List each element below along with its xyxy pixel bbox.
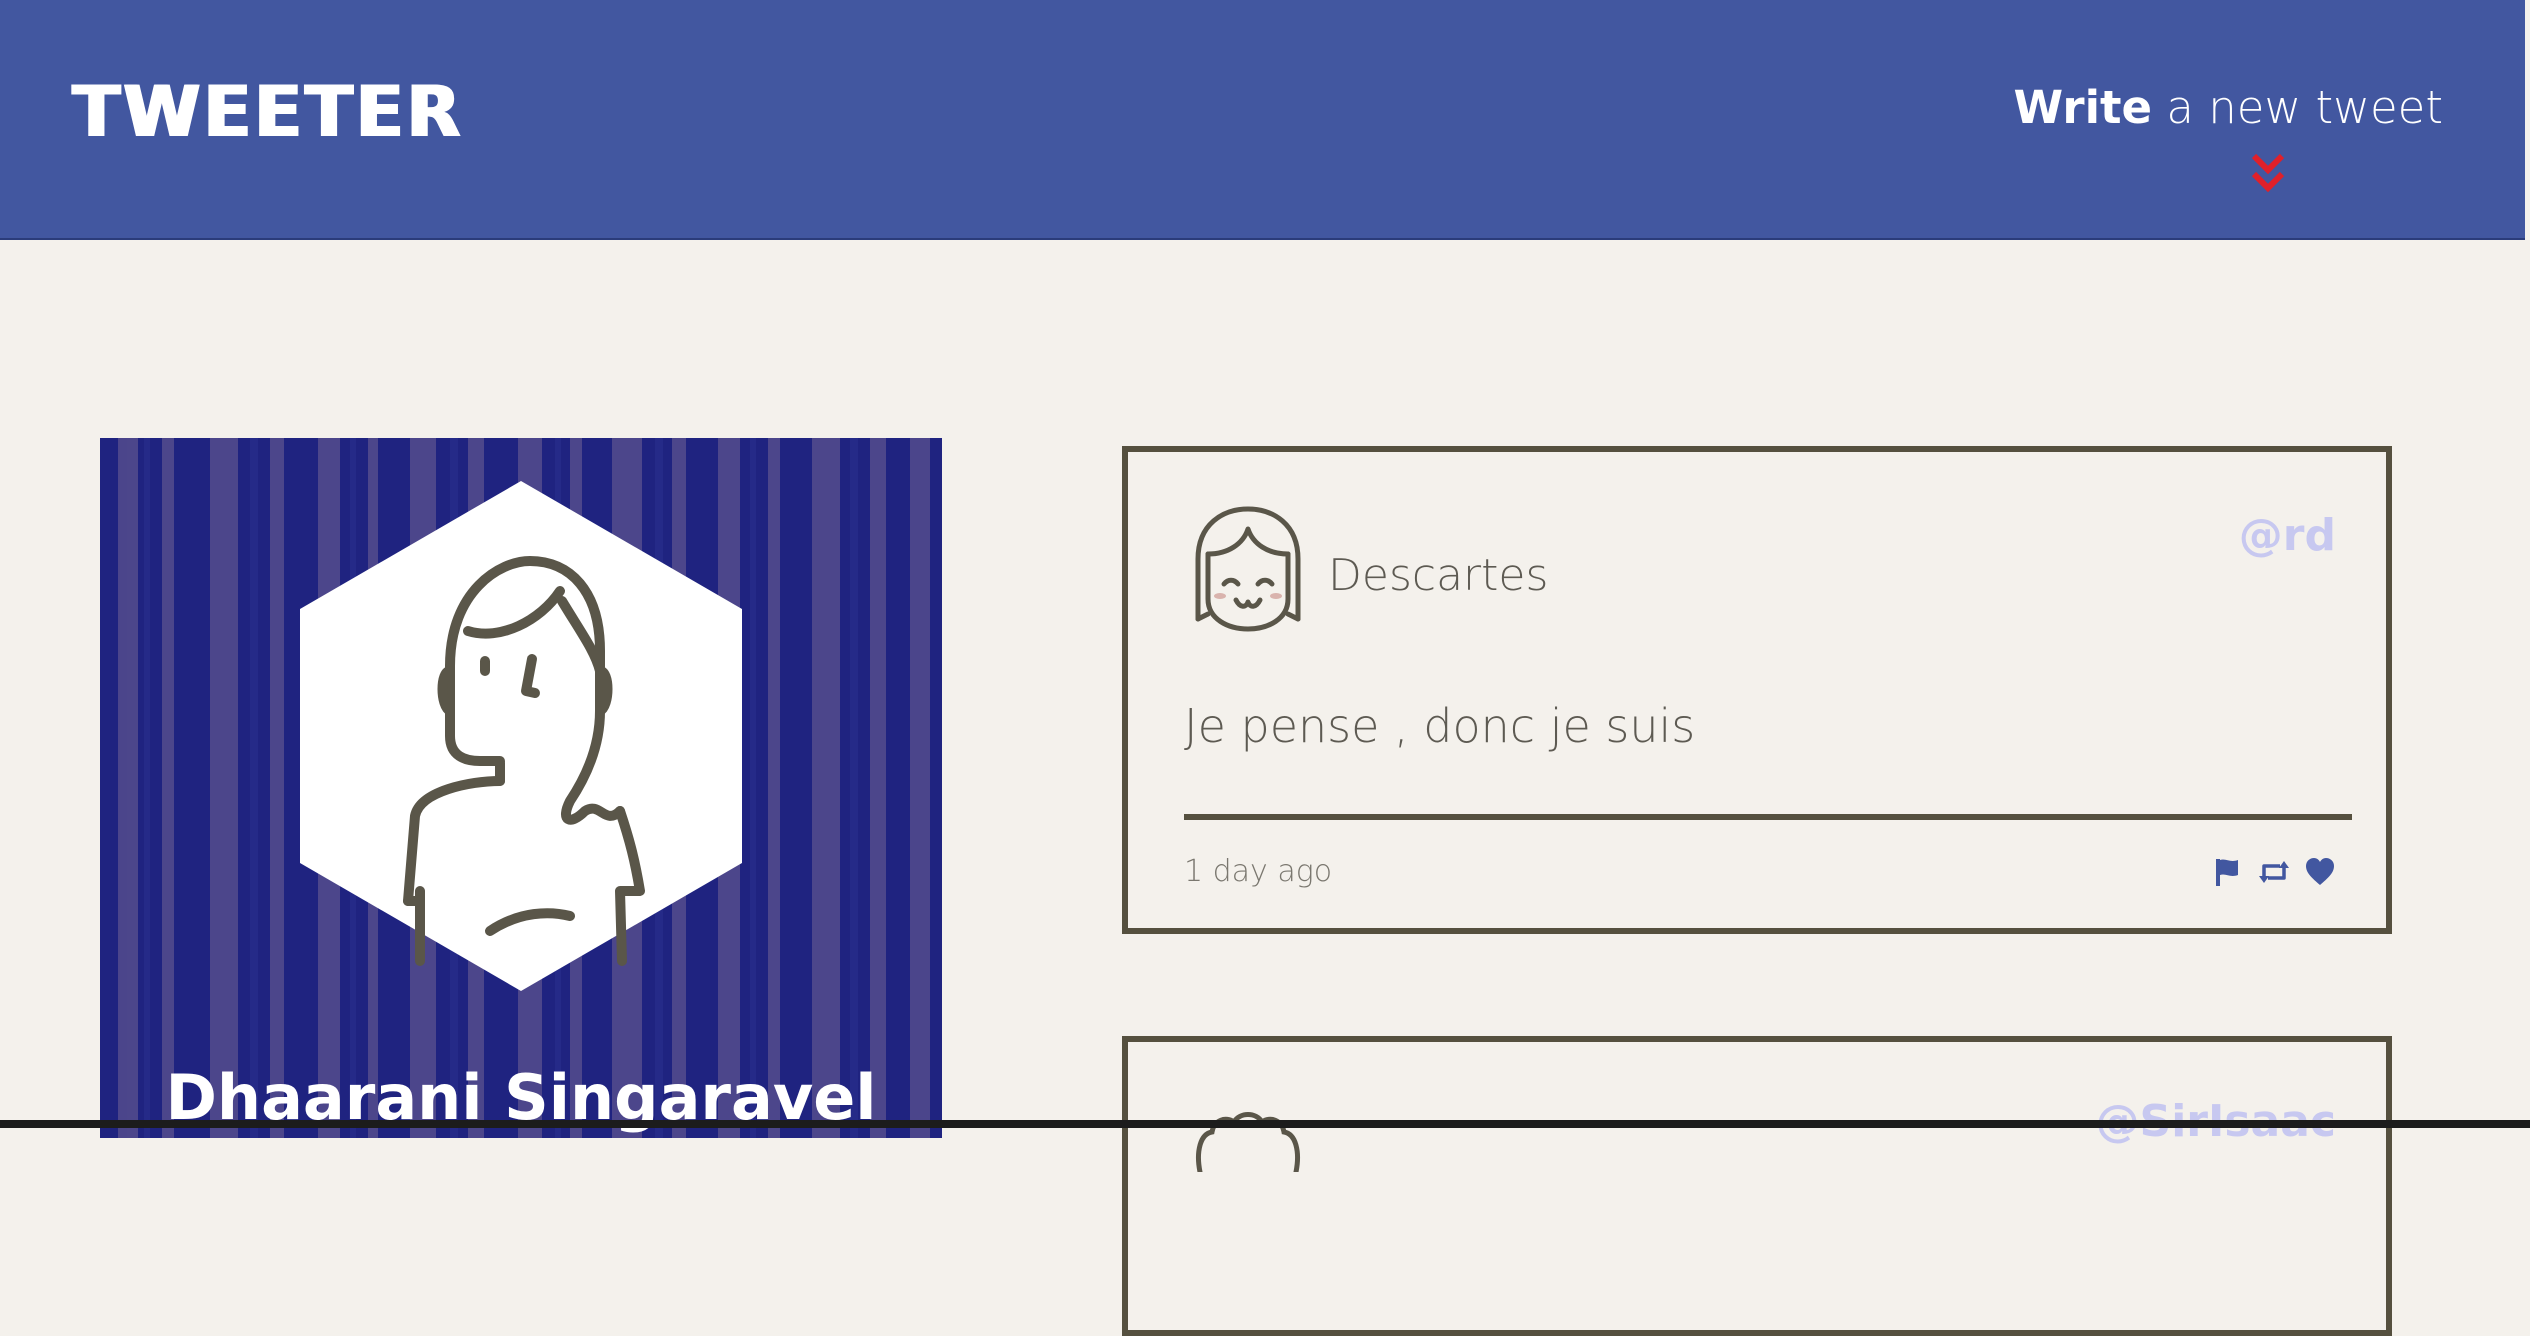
tweet-divider xyxy=(1184,814,2352,820)
woman-avatar-icon xyxy=(300,481,742,991)
tweet-card: @SirIsaac xyxy=(1122,1036,2392,1336)
retweet-icon[interactable] xyxy=(2258,856,2290,888)
curly-hair-avatar-icon xyxy=(1196,1112,1300,1172)
girl-avatar-icon xyxy=(1195,506,1301,632)
profile-card: Dhaarani Singaravel xyxy=(100,438,942,1138)
tweet-card: Descartes @rd Je pense , donc je suis 1 … xyxy=(1122,446,2392,934)
tweet-author-handle[interactable]: @rd xyxy=(2239,508,2336,564)
tweet-actions xyxy=(2212,852,2336,892)
compose-label-rest: a new tweet xyxy=(2152,81,2443,134)
top-navbar: TWEETER Write a new tweet xyxy=(0,0,2525,240)
compose-label-bold: Write xyxy=(2013,81,2153,134)
flag-icon[interactable] xyxy=(2212,856,2244,888)
double-chevron-down-icon[interactable] xyxy=(2248,152,2288,202)
tweet-text: Je pense , donc je suis xyxy=(1184,699,1696,753)
tweet-author-name: Descartes xyxy=(1328,550,1549,601)
write-new-tweet-button[interactable]: Write a new tweet xyxy=(2014,78,2443,138)
app-logo[interactable]: TWEETER xyxy=(72,72,463,152)
tweet-timestamp: 1 day ago xyxy=(1184,854,1333,889)
heart-icon[interactable] xyxy=(2304,856,2336,888)
window-bottom-edge xyxy=(0,1120,2530,1128)
